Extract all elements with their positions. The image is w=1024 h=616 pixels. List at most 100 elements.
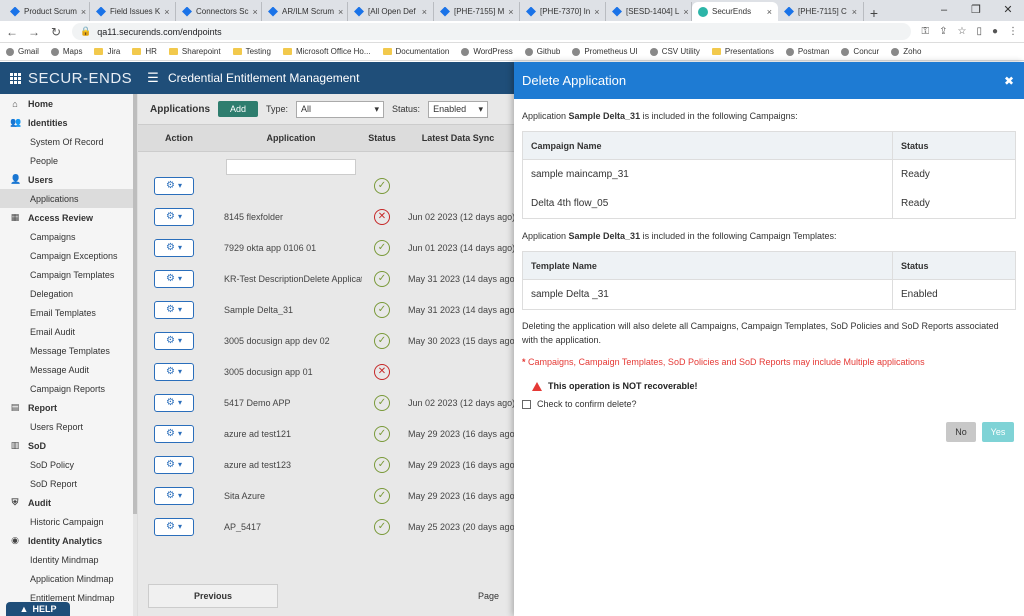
bookmark[interactable]: Documentation bbox=[382, 47, 449, 56]
row-action-button[interactable]: ⚙ ▾ bbox=[154, 269, 194, 288]
previous-button[interactable]: Previous bbox=[148, 584, 278, 608]
row-action-button[interactable]: ⚙ ▾ bbox=[154, 393, 194, 412]
column-status[interactable]: Status bbox=[362, 133, 402, 143]
browser-tab[interactable]: Field Issues K × bbox=[90, 2, 176, 21]
browser-tab[interactable]: [PHE-7370] In × bbox=[520, 2, 606, 21]
minimize-icon[interactable]: – bbox=[928, 0, 960, 21]
application-cell[interactable]: KR-Test DescriptionDelete Applicat bbox=[220, 274, 362, 284]
application-cell[interactable]: 7929 okta app 0106 01 bbox=[220, 243, 362, 253]
bookmark[interactable]: Prometheus UI bbox=[572, 47, 638, 56]
browser-tab[interactable]: Connectors Sc × bbox=[176, 2, 262, 21]
sidebar-item[interactable]: Message Audit bbox=[0, 360, 137, 379]
sidebar-item[interactable]: Users Report bbox=[0, 417, 137, 436]
sidebar-item[interactable]: Identity Mindmap bbox=[0, 550, 137, 569]
application-cell[interactable]: Sample Delta_31 bbox=[220, 305, 362, 315]
bookmark[interactable]: Jira bbox=[94, 47, 120, 56]
close-window-icon[interactable]: ✕ bbox=[992, 0, 1024, 21]
row-action-button[interactable]: ⚙ ▾ bbox=[154, 176, 194, 195]
bookmark[interactable]: HR bbox=[132, 47, 157, 56]
application-cell[interactable]: azure ad test123 bbox=[220, 460, 362, 470]
application-cell[interactable]: AP_5417 bbox=[220, 522, 362, 532]
confirm-delete-label[interactable]: Check to confirm delete? bbox=[537, 399, 637, 409]
application-cell[interactable]: azure ad test121 bbox=[220, 429, 362, 439]
close-tab-icon[interactable]: × bbox=[852, 7, 857, 17]
sidebar-item[interactable]: ⛨ Audit bbox=[0, 493, 137, 512]
sidebar-item[interactable]: Email Templates bbox=[0, 303, 137, 322]
reload-icon[interactable]: ↻ bbox=[50, 25, 62, 39]
sidebar-item[interactable]: System Of Record bbox=[0, 132, 137, 151]
sidebar-item[interactable]: SoD Report bbox=[0, 474, 137, 493]
column-latest-sync[interactable]: Latest Data Sync bbox=[402, 133, 514, 143]
bookmark[interactable]: Zoho bbox=[891, 47, 921, 56]
type-select[interactable]: All ▾ bbox=[296, 100, 385, 118]
application-cell[interactable]: 3005 docusign app 01 bbox=[220, 367, 362, 377]
sidebar-item[interactable]: Campaigns bbox=[0, 227, 137, 246]
column-action[interactable]: Action bbox=[138, 133, 220, 143]
bookmark[interactable]: Sharepoint bbox=[168, 47, 221, 56]
sidebar-item[interactable]: Application Mindmap bbox=[0, 569, 137, 588]
row-action-button[interactable]: ⚙ ▾ bbox=[154, 238, 194, 257]
close-tab-icon[interactable]: × bbox=[508, 7, 513, 17]
sidebar-item[interactable]: ◉ Identity Analytics bbox=[0, 531, 137, 550]
row-action-button[interactable]: ⚙ ▾ bbox=[154, 424, 194, 443]
bookmark[interactable]: Github bbox=[524, 47, 560, 56]
new-tab-button[interactable]: + bbox=[864, 5, 884, 21]
sidebar-item[interactable]: ▥ SoD bbox=[0, 436, 137, 455]
key-icon[interactable]: ⚿ bbox=[921, 26, 929, 37]
sidebar-item[interactable]: Applications bbox=[0, 189, 137, 208]
row-action-button[interactable]: ⚙ ▾ bbox=[154, 517, 194, 536]
profile-icon[interactable]: ● bbox=[992, 26, 998, 37]
bookmark[interactable]: CSV Utility bbox=[649, 47, 700, 56]
sidebar-item[interactable]: ▦ Access Review bbox=[0, 208, 137, 227]
row-action-button[interactable]: ⚙ ▾ bbox=[154, 362, 194, 381]
restore-icon[interactable]: ❐ bbox=[960, 0, 992, 21]
close-tab-icon[interactable]: × bbox=[252, 7, 257, 17]
close-tab-icon[interactable]: × bbox=[338, 7, 343, 17]
bookmark[interactable]: WordPress bbox=[461, 47, 513, 56]
close-tab-icon[interactable]: × bbox=[594, 7, 599, 17]
apps-grid-icon[interactable] bbox=[10, 73, 21, 84]
bookmark[interactable]: Postman bbox=[785, 47, 829, 56]
close-tab-icon[interactable]: × bbox=[81, 7, 86, 17]
bookmark[interactable]: Presentations bbox=[711, 47, 774, 56]
sidebar-item[interactable]: Historic Campaign bbox=[0, 512, 137, 531]
browser-tab[interactable]: [PHE-7155] M × bbox=[434, 2, 520, 21]
application-cell[interactable]: 5417 Demo APP bbox=[220, 398, 362, 408]
application-cell[interactable]: 8145 flexfolder bbox=[220, 212, 362, 222]
confirm-delete-checkbox[interactable] bbox=[522, 399, 531, 409]
browser-tab[interactable]: [PHE-7115] C × bbox=[778, 2, 864, 21]
sidebar-item[interactable]: Delegation bbox=[0, 284, 137, 303]
url-input[interactable]: 🔒 qa11.securends.com/endpoints bbox=[72, 23, 912, 40]
close-tab-icon[interactable]: × bbox=[164, 7, 169, 17]
sidebar-item[interactable]: Message Templates bbox=[0, 341, 137, 360]
star-icon[interactable]: ☆ bbox=[957, 26, 966, 37]
row-action-button[interactable]: ⚙ ▾ bbox=[154, 455, 194, 474]
sidebar-item[interactable]: Campaign Templates bbox=[0, 265, 137, 284]
back-icon[interactable]: ← bbox=[6, 25, 18, 39]
menu-icon[interactable]: ⋮ bbox=[1008, 26, 1018, 37]
add-button[interactable]: Add bbox=[218, 101, 259, 117]
sidebar-scrollbar[interactable] bbox=[133, 94, 137, 616]
browser-tab[interactable]: [SESD-1404] L × bbox=[606, 2, 692, 21]
row-action-button[interactable]: ⚙ ▾ bbox=[154, 300, 194, 319]
bookmark[interactable]: Testing bbox=[232, 47, 271, 56]
row-action-button[interactable]: ⚙ ▾ bbox=[154, 331, 194, 350]
sidebar-item[interactable]: 👤 Users bbox=[0, 170, 137, 189]
close-icon[interactable]: ✖ bbox=[1004, 74, 1014, 88]
sidebar-item[interactable]: Campaign Exceptions bbox=[0, 246, 137, 265]
sidebar-item[interactable]: 👥 Identities bbox=[0, 113, 137, 132]
yes-button[interactable]: Yes bbox=[982, 422, 1014, 442]
close-tab-icon[interactable]: × bbox=[422, 7, 427, 17]
no-button[interactable]: No bbox=[946, 422, 976, 442]
bookmark[interactable]: Concur bbox=[841, 47, 879, 56]
sidebar-item[interactable]: SoD Policy bbox=[0, 455, 137, 474]
status-select[interactable]: Enabled ▾ bbox=[428, 100, 489, 118]
browser-tab[interactable]: [All Open Def × bbox=[348, 2, 434, 21]
row-action-button[interactable]: ⚙ ▾ bbox=[154, 486, 194, 505]
sidebar-item[interactable]: ▤ Report bbox=[0, 398, 137, 417]
sidebar-item[interactable]: Campaign Reports bbox=[0, 379, 137, 398]
close-tab-icon[interactable]: × bbox=[767, 7, 772, 17]
column-application[interactable]: Application bbox=[220, 133, 362, 143]
row-action-button[interactable]: ⚙ ▾ bbox=[154, 207, 194, 226]
forward-icon[interactable]: → bbox=[28, 25, 40, 39]
